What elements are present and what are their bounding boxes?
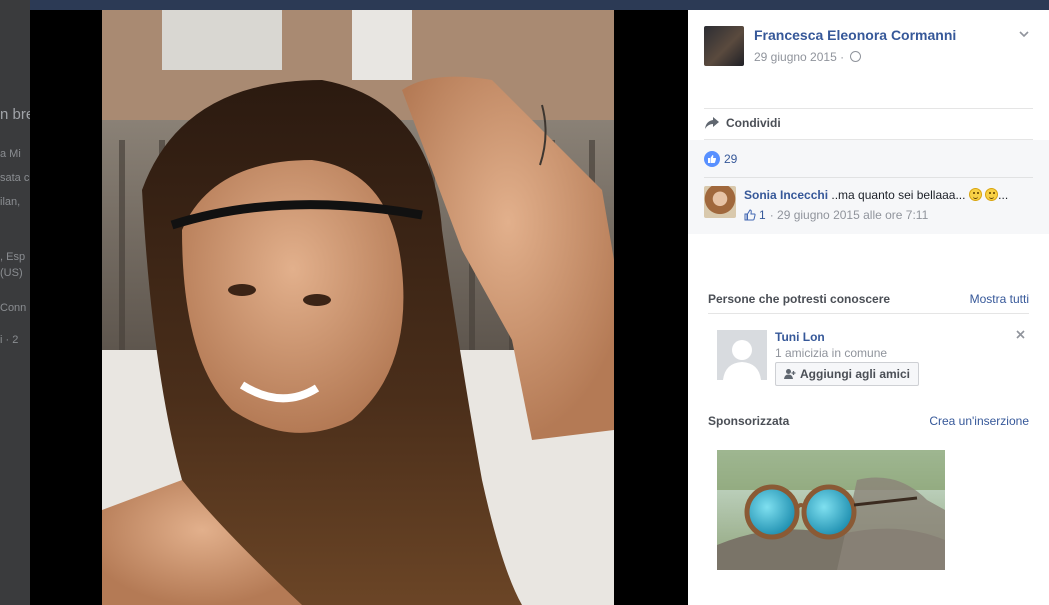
share-arrow-icon: [705, 117, 719, 129]
likes-summary[interactable]: 29: [704, 140, 1033, 178]
sponsored-section: Sponsorizzata Crea un'inserzione: [688, 406, 1049, 570]
background-text: Conn: [0, 302, 27, 314]
post-photo[interactable]: [102, 10, 614, 605]
likes-count: 29: [724, 151, 738, 166]
background-page: n bre a Mi sata c ilan, , Esp (US) Conn …: [0, 0, 30, 605]
globe-icon[interactable]: [850, 51, 862, 62]
background-text: n bre: [0, 106, 30, 123]
background-text: (US): [0, 267, 23, 279]
share-label: Condividi: [726, 116, 781, 130]
author-name-link[interactable]: Francesca Eleonora Cormanni: [754, 27, 956, 43]
share-button[interactable]: Condividi: [704, 116, 781, 130]
post-header: Francesca Eleonora Cormanni 29 giugno 20…: [688, 10, 1049, 108]
background-text: sata c: [0, 172, 30, 184]
smiley-emoji-icon: [985, 188, 999, 201]
comment-likes[interactable]: 1: [744, 208, 766, 222]
sponsored-header: Sponsorizzata Crea un'inserzione: [708, 406, 1029, 436]
pymk-header: Persone che potresti conoscere Mostra tu…: [708, 284, 1029, 314]
comment-likes-count: 1: [759, 208, 766, 222]
author-avatar[interactable]: [704, 26, 744, 66]
ad-image[interactable]: [717, 450, 945, 570]
comment-body: Sonia Incecchi ..ma quanto sei bellaaa..…: [744, 188, 1008, 202]
feedback-section: 29 Sonia Incecchi ..ma quanto sei bellaa…: [688, 140, 1049, 234]
pymk-card: Tuni Lon 1 amicizia in comune Aggiungi a…: [708, 314, 1029, 406]
post-details-panel: Francesca Eleonora Cormanni 29 giugno 20…: [688, 10, 1049, 605]
see-all-link[interactable]: Mostra tutti: [970, 292, 1029, 306]
people-you-may-know: Persone che potresti conoscere Mostra tu…: [688, 284, 1049, 406]
background-text: , Esp: [0, 251, 26, 263]
chevron-down-icon[interactable]: [1019, 29, 1029, 39]
like-icon: [704, 150, 720, 167]
default-avatar[interactable]: [717, 330, 767, 380]
smiley-emoji-icon: [968, 188, 982, 201]
post-date[interactable]: 29 giugno 2015: [754, 50, 837, 64]
background-text: ilan,: [0, 196, 21, 208]
comment-text: ..ma quanto sei bellaaa...: [831, 188, 966, 202]
photo-stage[interactable]: [30, 10, 688, 605]
comment-timestamp[interactable]: · 29 giugno 2015 alle ore 7:11: [770, 208, 929, 222]
background-text: a Mi: [0, 148, 21, 160]
mutual-friends[interactable]: 1 amicizia in comune: [775, 346, 887, 360]
comment-meta: 1 · 29 giugno 2015 alle ore 7:11: [744, 208, 928, 222]
thumbs-up-icon: [744, 209, 756, 221]
background-top-bar: [0, 0, 1049, 10]
commenter-avatar[interactable]: [704, 186, 736, 218]
add-friend-button[interactable]: Aggiungi agli amici: [775, 362, 920, 386]
comment: Sonia Incecchi ..ma quanto sei bellaaa..…: [704, 178, 1033, 234]
post-meta: 29 giugno 2015 ·: [754, 50, 862, 64]
post-actions-bar: Condividi: [704, 108, 1033, 140]
create-ad-link[interactable]: Crea un'inserzione: [929, 414, 1029, 428]
add-friend-label: Aggiungi agli amici: [800, 367, 911, 381]
add-friend-icon: [784, 369, 796, 379]
comment-text-trailing: ...: [998, 188, 1009, 202]
close-icon[interactable]: [1016, 330, 1025, 339]
background-text: i · 2: [0, 334, 19, 346]
pymk-person-name[interactable]: Tuni Lon: [775, 330, 825, 344]
sponsored-title: Sponsorizzata: [708, 414, 790, 428]
pymk-title: Persone che potresti conoscere: [708, 291, 891, 306]
commenter-name-link[interactable]: Sonia Incecchi: [744, 188, 828, 202]
